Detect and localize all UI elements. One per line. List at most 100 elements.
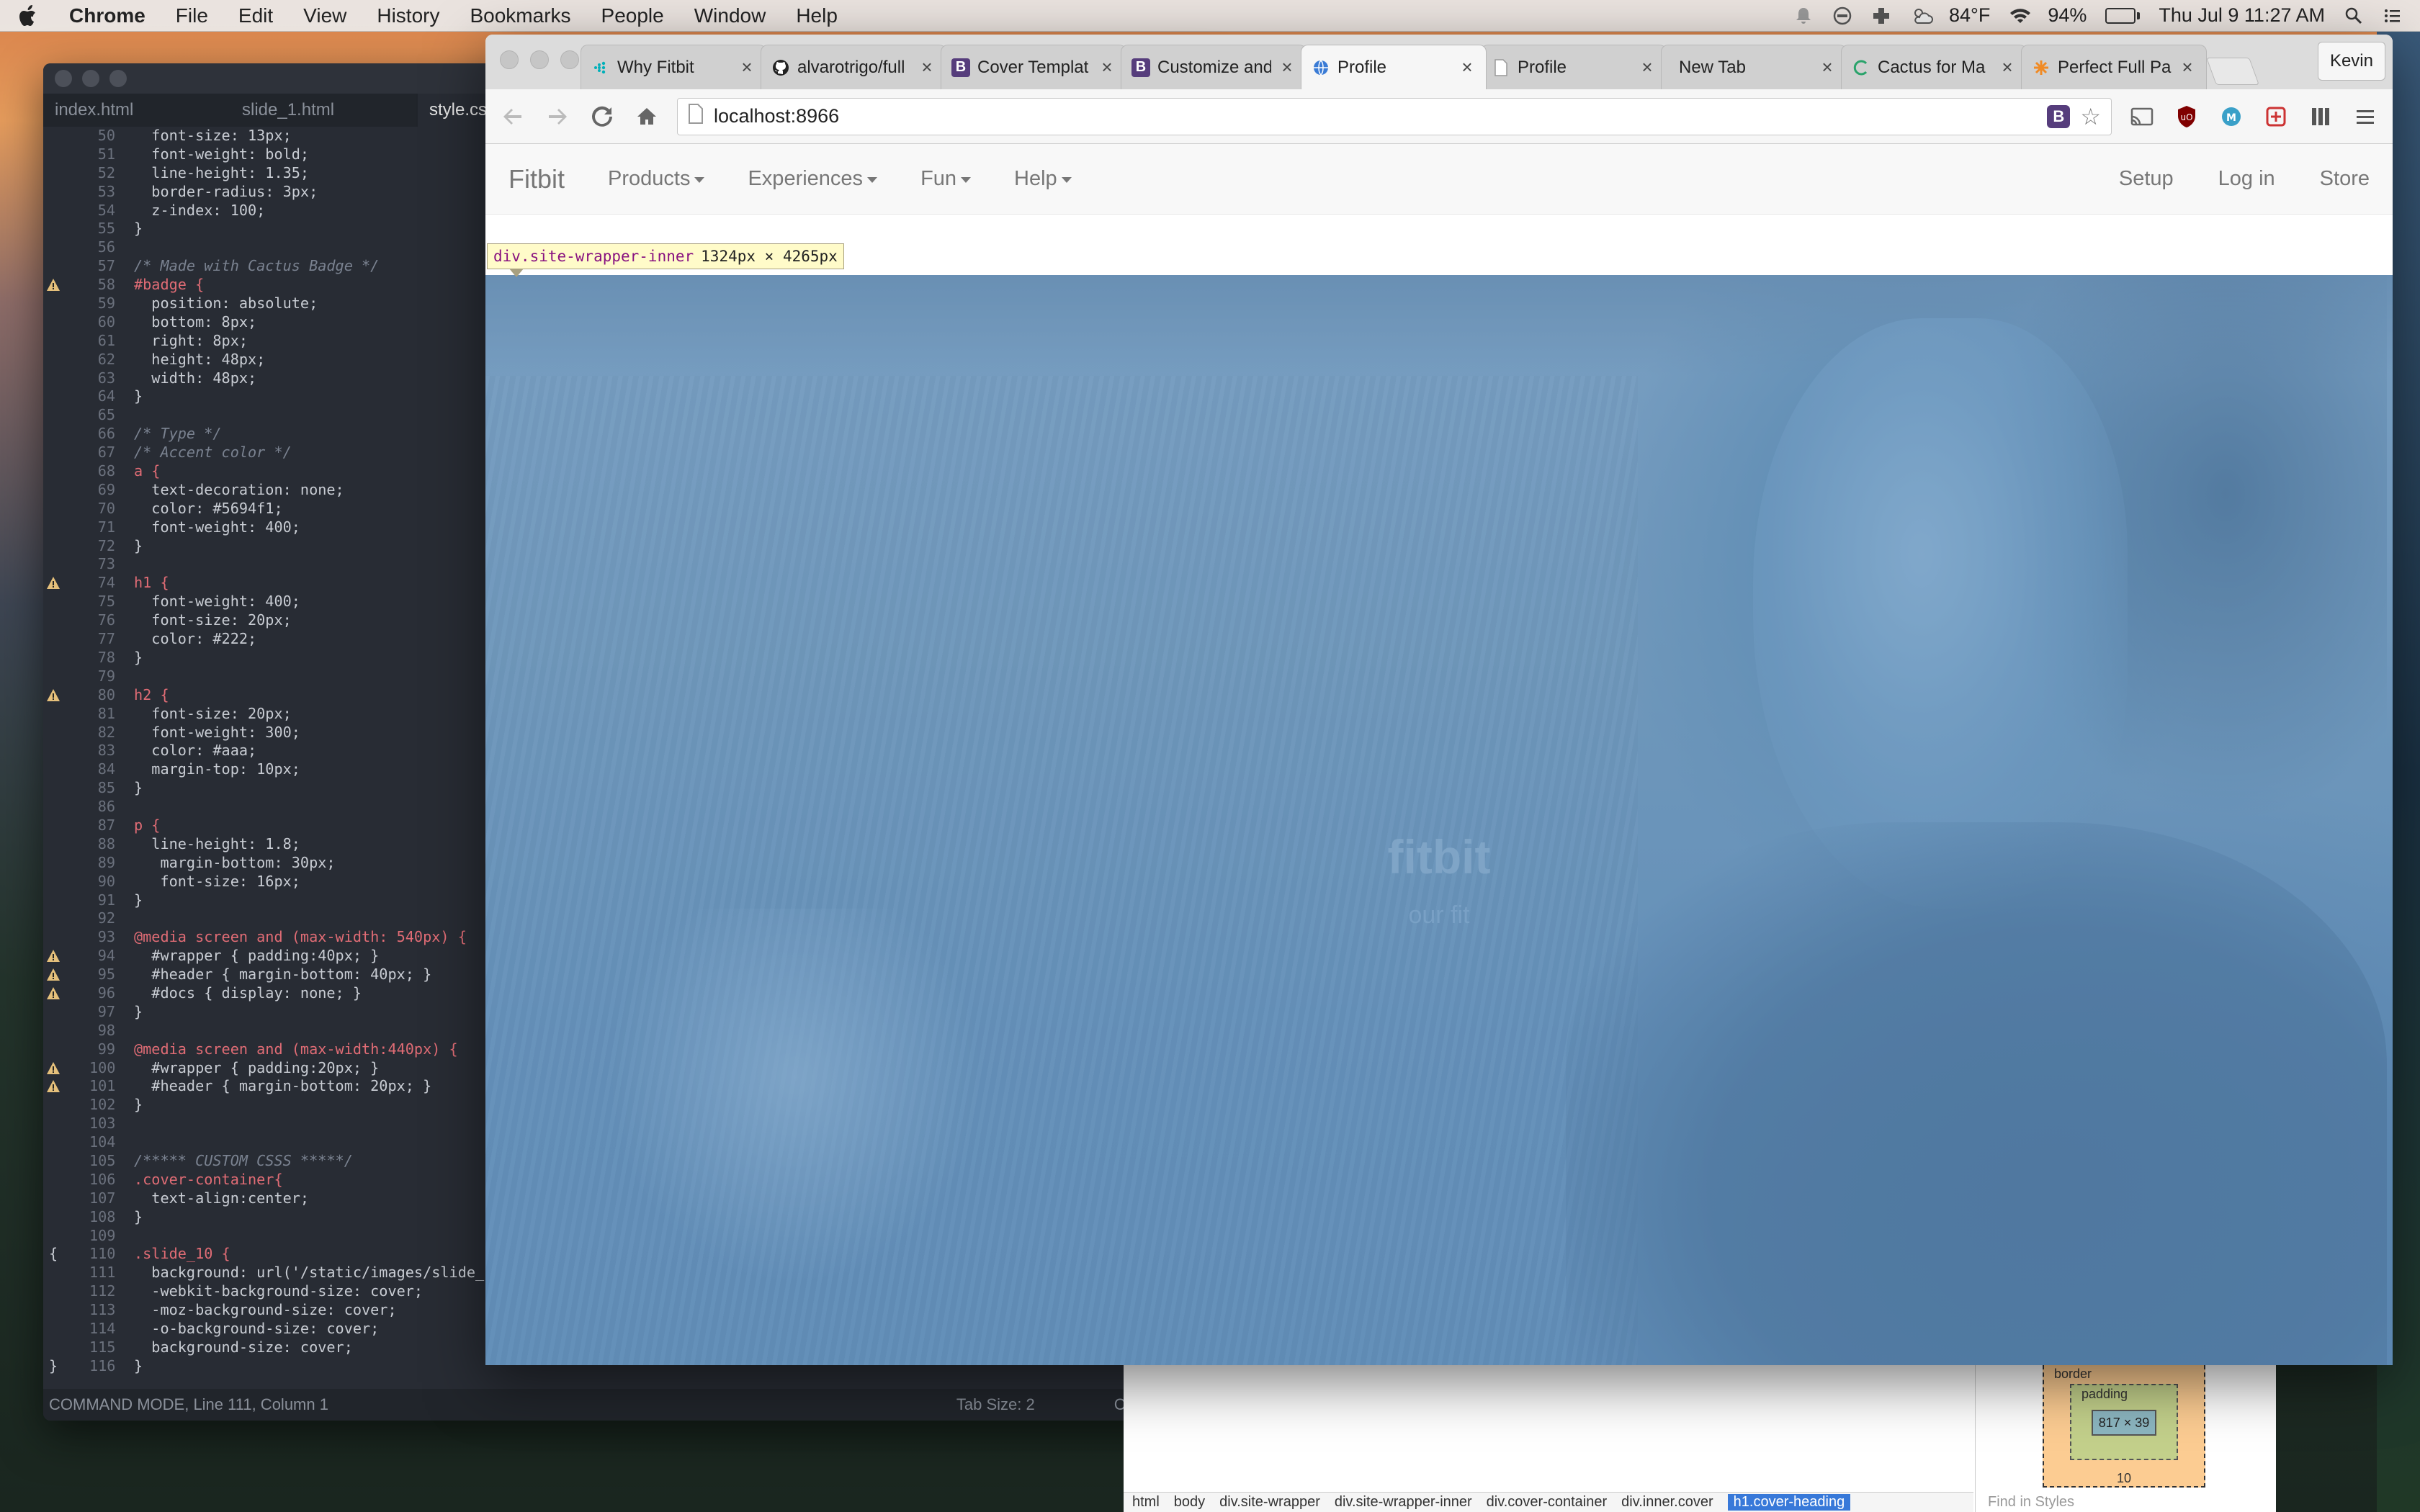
chrome-menu-icon[interactable] (2351, 102, 2380, 131)
chrome-profile-button[interactable]: Kevin (2317, 42, 2385, 81)
warning-icon[interactable] (46, 278, 60, 292)
new-tab-button[interactable] (2206, 58, 2259, 85)
menubar-clock[interactable]: Thu Jul 9 11:27 AM (2159, 4, 2325, 27)
tab-close-icon[interactable]: × (1999, 56, 2016, 78)
chrome-zoom-button[interactable] (560, 50, 579, 69)
breadcrumb-item[interactable]: body (1174, 1494, 1205, 1511)
extension-puzzle-plus-icon[interactable] (2262, 102, 2290, 131)
browser-tab[interactable]: B Customize and × (1121, 45, 1307, 89)
code-gutter (43, 928, 89, 947)
reload-icon[interactable] (588, 102, 617, 131)
browser-tab[interactable]: Perfect Full Pa × (2021, 45, 2207, 89)
editor-zoom-button[interactable] (109, 70, 127, 87)
plus-cross-icon[interactable] (1871, 6, 1891, 26)
battery-icon[interactable] (2105, 7, 2141, 24)
editor-tab-size[interactable]: Tab Size: 2 (956, 1395, 1035, 1414)
browser-tab[interactable]: Profile × (1301, 45, 1487, 89)
tab-close-icon[interactable]: × (1639, 56, 1656, 78)
nav-experiences[interactable]: Experiences (748, 167, 878, 191)
home-icon[interactable] (632, 102, 661, 131)
menu-view[interactable]: View (303, 4, 346, 27)
bootstrap-extension-icon[interactable]: B (2047, 104, 2071, 128)
back-arrow-icon[interactable] (498, 102, 527, 131)
warning-icon[interactable] (46, 949, 60, 963)
breadcrumb-item[interactable]: html (1132, 1494, 1160, 1511)
browser-tab[interactable]: Why Fitbit × (581, 45, 766, 89)
nav-store-link[interactable]: Store (2320, 167, 2370, 191)
editor-tab-index-html[interactable]: index.html (43, 94, 230, 127)
cast-icon[interactable] (2128, 102, 2156, 131)
warning-icon[interactable] (46, 576, 60, 590)
nav-help[interactable]: Help (1014, 167, 1072, 191)
editor-tab-slide-1-html[interactable]: slide_1.html (230, 94, 418, 127)
nav-products-label: Products (608, 167, 691, 190)
warning-icon[interactable] (46, 986, 60, 1001)
warning-icon[interactable] (46, 968, 60, 982)
notification-center-icon[interactable] (2383, 6, 2403, 26)
line-number: 76 (97, 611, 115, 629)
tab-close-icon[interactable]: × (918, 56, 936, 78)
nav-fun[interactable]: Fun (920, 167, 972, 191)
menu-people[interactable]: People (601, 4, 664, 27)
breadcrumb-item[interactable]: div.inner.cover (1621, 1494, 1713, 1511)
nav-products[interactable]: Products (608, 167, 705, 191)
breadcrumb-item[interactable]: div.cover-container (1487, 1494, 1607, 1511)
find-in-styles-input[interactable]: Find in Styles (1988, 1492, 2074, 1512)
browser-tab[interactable]: alvarotrigo/full × (761, 45, 946, 89)
tab-close-icon[interactable]: × (2179, 56, 2196, 78)
columns-extension-icon[interactable] (2306, 102, 2335, 131)
weather-temperature[interactable]: 84°F (1949, 4, 1990, 27)
wifi-icon[interactable] (2009, 6, 2031, 26)
site-brand[interactable]: Fitbit (508, 164, 565, 194)
code-gutter (43, 1320, 89, 1338)
menu-history[interactable]: History (377, 4, 439, 27)
battery-percent[interactable]: 94% (2048, 4, 2087, 27)
weather-cloud-sun-icon[interactable] (1910, 6, 1933, 26)
code-gutter (43, 1022, 89, 1040)
extension-m-icon[interactable]: M (2217, 102, 2246, 131)
tab-close-icon[interactable]: × (1819, 56, 1836, 78)
spotlight-search-icon[interactable] (2344, 6, 2364, 26)
nav-setup-link[interactable]: Setup (2119, 167, 2174, 191)
fold-marker[interactable]: } (49, 1357, 58, 1376)
browser-tab[interactable]: B Cover Templat × (941, 45, 1126, 89)
warning-icon[interactable] (46, 1079, 60, 1094)
box-model-margin-bottom[interactable]: 10 (2044, 1471, 2204, 1486)
tab-close-icon[interactable]: × (1278, 56, 1296, 78)
forward-arrow-icon[interactable] (543, 102, 572, 131)
menu-window[interactable]: Window (694, 4, 766, 27)
address-bar[interactable]: localhost:8966 B ☆ (677, 97, 2112, 135)
editor-minimize-button[interactable] (82, 70, 99, 87)
tab-close-icon[interactable]: × (738, 56, 756, 78)
menu-app-name[interactable]: Chrome (69, 4, 145, 27)
browser-tab[interactable]: Cactus for Ma × (1841, 45, 2027, 89)
menu-help[interactable]: Help (796, 4, 838, 27)
ublock-shield-icon[interactable]: uO (2172, 102, 2201, 131)
browser-tab[interactable]: New Tab × (1661, 45, 1847, 89)
breadcrumb-item[interactable]: div.site-wrapper-inner (1335, 1494, 1472, 1511)
devtools-divider (1975, 1365, 1976, 1512)
menu-bookmarks[interactable]: Bookmarks (470, 4, 570, 27)
chrome-close-button[interactable] (500, 50, 519, 69)
box-model-content-size[interactable]: 817 × 39 (2092, 1410, 2156, 1436)
apple-icon[interactable] (17, 4, 40, 27)
chrome-minimize-button[interactable] (530, 50, 549, 69)
menu-file[interactable]: File (176, 4, 208, 27)
breadcrumb-item[interactable]: div.site-wrapper (1219, 1494, 1320, 1511)
tab-close-icon[interactable]: × (1098, 56, 1116, 78)
code-gutter (43, 1115, 89, 1133)
notification-bell-icon[interactable] (1793, 6, 1814, 26)
tab-close-icon[interactable]: × (1458, 56, 1476, 78)
warning-icon[interactable] (46, 1061, 60, 1076)
nav-login-link[interactable]: Log in (2218, 167, 2275, 191)
do-not-disturb-icon[interactable] (1832, 6, 1852, 26)
url-text[interactable]: localhost:8966 (714, 105, 2037, 127)
menu-edit[interactable]: Edit (238, 4, 273, 27)
bookmark-star-icon[interactable]: ☆ (2080, 103, 2101, 130)
browser-tab[interactable]: Profile × (1481, 45, 1667, 89)
code-gutter (43, 630, 89, 649)
warning-icon[interactable] (46, 688, 60, 703)
editor-close-button[interactable] (55, 70, 72, 87)
breadcrumb-item[interactable]: h1.cover-heading (1727, 1494, 1851, 1511)
fold-marker[interactable]: { (49, 1245, 58, 1264)
